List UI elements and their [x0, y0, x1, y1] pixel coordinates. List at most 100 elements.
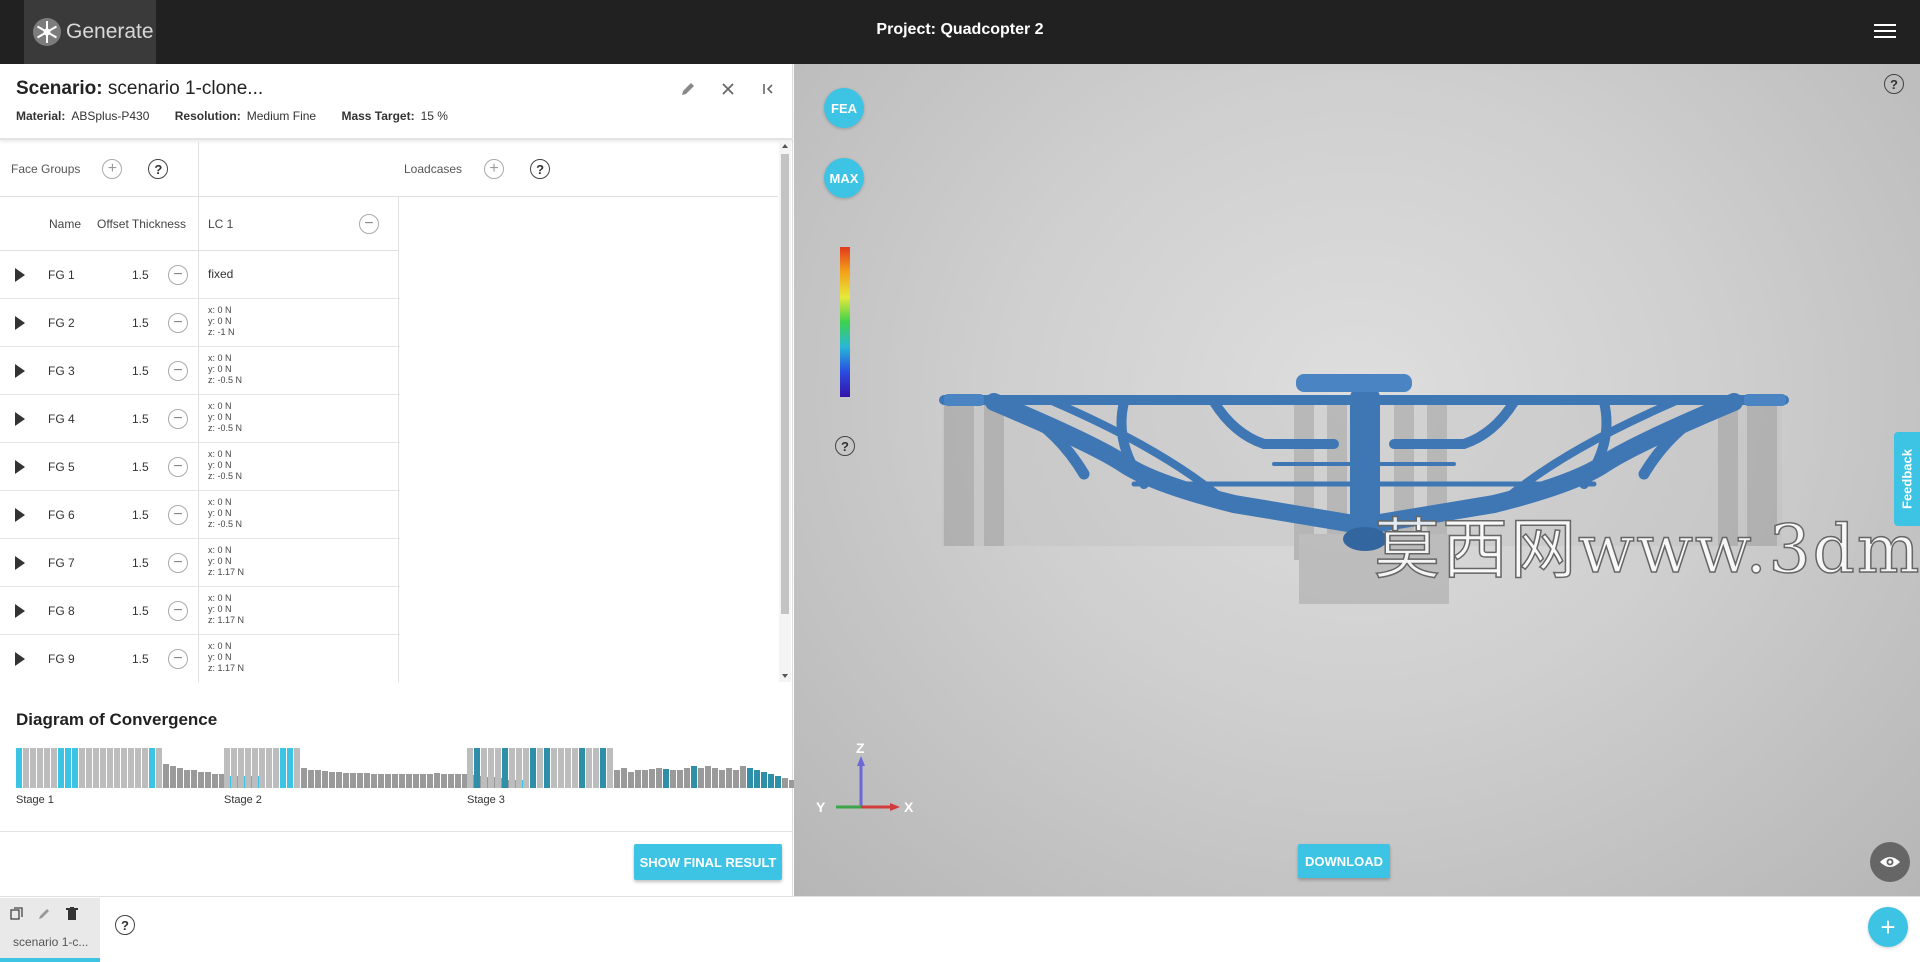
face-group-row[interactable]: FG 7 1.5− x: 0 Ny: 0 Nz: 1.17 N	[0, 539, 400, 587]
convergence-bar	[413, 774, 419, 788]
expand-play-icon[interactable]	[15, 364, 25, 378]
loadcase-forces[interactable]: x: 0 Ny: 0 Nz: 1.17 N	[208, 641, 244, 674]
convergence-bar	[16, 748, 22, 788]
loadcase-forces[interactable]: x: 0 Ny: 0 Nz: 1.17 N	[208, 545, 244, 578]
loadcase-forces[interactable]: x: 0 Ny: 0 Nz: -1 N	[208, 305, 235, 338]
convergence-bar	[231, 748, 237, 788]
expand-play-icon[interactable]	[15, 652, 25, 666]
convergence-bar	[740, 766, 746, 788]
remove-face-group-button[interactable]: −	[168, 265, 188, 285]
expand-play-icon[interactable]	[15, 604, 25, 618]
convergence-bar	[252, 748, 258, 788]
scenario-meta: Material: ABSplus-P430 Resolution: Medium …	[16, 109, 448, 123]
convergence-bar	[684, 768, 690, 788]
remove-face-group-button[interactable]: −	[168, 361, 188, 381]
face-group-name: FG 3	[48, 364, 75, 378]
expand-play-icon[interactable]	[15, 316, 25, 330]
expand-play-icon[interactable]	[15, 556, 25, 570]
add-face-group-button[interactable]: +	[102, 159, 123, 179]
face-groups-help-icon[interactable]: ?	[148, 159, 169, 179]
grid-scrollbar[interactable]	[779, 142, 791, 682]
face-group-row[interactable]: FG 5 1.5− x: 0 Ny: 0 Nz: -0.5 N	[0, 443, 400, 491]
remove-loadcase-button[interactable]: −	[359, 213, 379, 234]
expand-play-icon[interactable]	[15, 460, 25, 474]
remove-face-group-button[interactable]: −	[168, 457, 188, 477]
add-scenario-button[interactable]: +	[1868, 907, 1908, 947]
hamburger-menu-icon[interactable]	[1874, 20, 1896, 40]
face-group-row[interactable]: FG 4 1.5− x: 0 Ny: 0 Nz: -0.5 N	[0, 395, 400, 443]
offset-thickness-value[interactable]: 1.5	[132, 268, 149, 282]
face-group-row[interactable]: FG 1 1.5 − fixed	[0, 251, 400, 299]
face-group-name: FG 1	[48, 268, 75, 282]
edit-pencil-icon[interactable]	[37, 906, 51, 920]
visibility-eye-icon[interactable]	[1870, 842, 1910, 882]
resolution-label: Resolution:	[174, 109, 241, 123]
loadcase-forces[interactable]: x: 0 Ny: 0 Nz: -0.5 N	[208, 353, 242, 386]
face-group-row[interactable]: FG 3 1.5 − x: 0 Ny: 0 Nz: -0.5 N	[0, 347, 400, 395]
offset-thickness-value[interactable]: 1.5	[132, 508, 149, 522]
force-component: z: -0.5 N	[208, 375, 243, 385]
face-group-name: FG 2	[48, 316, 75, 330]
remove-face-group-button[interactable]: −	[168, 409, 188, 429]
expand-play-icon[interactable]	[15, 412, 25, 426]
mass-target-label: Mass Target:	[341, 109, 415, 123]
convergence-bar	[705, 766, 711, 788]
face-group-row[interactable]: FG 6 1.5− x: 0 Ny: 0 Nz: -0.5 N	[0, 491, 400, 539]
force-component: z: 1.17 N	[208, 615, 245, 625]
loadcase-forces[interactable]: x: 0 Ny: 0 Nz: -0.5 N	[208, 449, 242, 482]
quadcopter-model	[939, 374, 1789, 604]
remove-face-group-button[interactable]: −	[168, 553, 188, 573]
convergence-bar	[420, 774, 426, 788]
offset-thickness-value[interactable]: 1.5	[132, 364, 149, 378]
force-component: x: 0 N	[208, 401, 232, 411]
convergence-bar	[30, 748, 36, 788]
convergence-bar	[58, 748, 64, 788]
bottom-help-icon[interactable]: ?	[115, 915, 135, 935]
loadcase-forces[interactable]: x: 0 Ny: 0 Nz: 1.17 N	[208, 593, 244, 626]
remove-face-group-button[interactable]: −	[168, 649, 188, 669]
offset-thickness-value[interactable]: 1.5	[132, 556, 149, 570]
convergence-bar	[212, 774, 218, 788]
scenario-tab-label: scenario 1-c...	[13, 935, 89, 949]
remove-face-group-button[interactable]: −	[168, 505, 188, 525]
3d-viewport[interactable]: FEA MAX ? ? 莫西网www.3dm Z Y X DOWNLOAD Fe…	[794, 64, 1920, 896]
expand-play-icon[interactable]	[15, 268, 25, 282]
scroll-thumb[interactable]	[781, 154, 789, 614]
offset-thickness-value[interactable]: 1.5	[132, 652, 149, 666]
loadcase-forces[interactable]: x: 0 Ny: 0 Nz: -0.5 N	[208, 497, 242, 530]
face-group-row[interactable]: FG 2 1.5 − x: 0 Ny: 0 Nz: -1 N	[0, 299, 400, 347]
download-button[interactable]: DOWNLOAD	[1298, 844, 1390, 878]
face-group-row[interactable]: FG 9 1.5− x: 0 Ny: 0 Nz: 1.17 N	[0, 635, 400, 682]
expand-play-icon[interactable]	[15, 508, 25, 522]
force-component: z: 1.17 N	[208, 567, 245, 577]
offset-thickness-value[interactable]: 1.5	[132, 460, 149, 474]
convergence-bar	[245, 748, 251, 788]
offset-thickness-value[interactable]: 1.5	[132, 604, 149, 618]
offset-thickness-value[interactable]: 1.5	[132, 316, 149, 330]
scenario-tab[interactable]: scenario 1-c...	[0, 898, 100, 962]
loadcase-forces[interactable]: x: 0 Ny: 0 Nz: -0.5 N	[208, 401, 242, 434]
offset-thickness-value[interactable]: 1.5	[132, 412, 149, 426]
feedback-tab[interactable]: Feedback	[1894, 432, 1920, 526]
convergence-bar	[156, 748, 162, 788]
convergence-bar	[44, 748, 50, 788]
edit-pencil-icon[interactable]	[675, 76, 701, 102]
face-groups-header: Face Groups + ?	[0, 142, 199, 197]
add-loadcase-button[interactable]: +	[484, 159, 505, 179]
convergence-bar	[93, 748, 99, 788]
duplicate-icon[interactable]	[9, 906, 23, 920]
force-component: x: 0 N	[208, 545, 232, 555]
loadcase-value[interactable]: fixed	[208, 267, 233, 281]
convergence-bar	[392, 774, 398, 788]
remove-face-group-button[interactable]: −	[168, 601, 188, 621]
convergence-bar	[343, 773, 349, 788]
convergence-bar	[434, 773, 440, 788]
face-group-row[interactable]: FG 8 1.5 − x: 0 Ny: 0 Nz: 1.17 N	[0, 587, 400, 635]
face-group-name: FG 8	[48, 604, 75, 618]
loadcases-help-icon[interactable]: ?	[530, 159, 551, 179]
remove-face-group-button[interactable]: −	[168, 313, 188, 333]
show-final-result-button[interactable]: SHOW FINAL RESULT	[634, 844, 782, 880]
close-icon[interactable]	[715, 76, 741, 102]
trash-icon[interactable]	[65, 906, 79, 920]
collapse-panel-icon[interactable]	[755, 76, 781, 102]
